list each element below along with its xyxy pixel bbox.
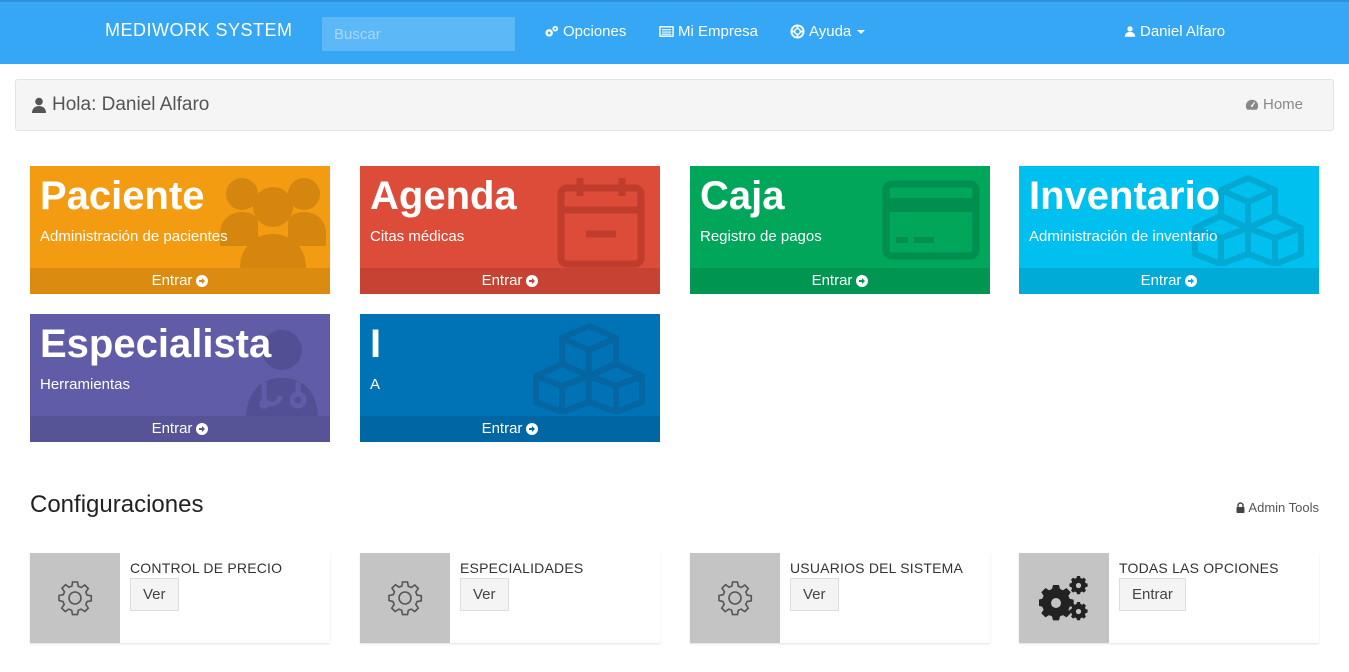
tile-enter-label: Entrar [151,420,193,437]
admin-tools-label: Admin Tools [1248,500,1319,515]
search-input[interactable] [322,17,515,51]
tile-enter-label: Entrar [151,272,193,289]
tile-enter-link[interactable]: Entrar [1019,268,1319,294]
home-label: Home [1262,96,1303,113]
tile-title: Inventario [1029,174,1221,218]
users-icon [220,178,326,268]
nav-user-name: Daniel Alfaro [1140,23,1226,40]
list-alt-icon [659,26,674,37]
user-icon [1124,26,1136,37]
gear-icon [718,581,753,616]
tile-subtitle: Administración de inventario [1029,228,1218,245]
config-item-label: CONTROL DE PRECIO [130,560,283,576]
credit-card-icon [882,180,980,260]
tile-enter-label: Entrar [1140,272,1182,289]
nav-ayuda-dropdown[interactable]: Ayuda [790,23,866,40]
tile-inventario[interactable]: Inventario Administración de inventario … [1019,166,1319,294]
tile-subtitle: A [370,376,381,393]
tile-title: Caja [700,174,785,218]
nav-opciones-label: Opciones [563,23,627,40]
nav-mi-empresa[interactable]: Mi Empresa [659,23,758,40]
tile-i[interactable]: I A Entrar [360,314,660,442]
arrow-circle-right-icon [856,275,869,287]
entrar-button[interactable]: Entrar [1119,578,1186,611]
tile-enter-link[interactable]: Entrar [690,268,990,294]
life-ring-icon [790,24,805,39]
arrow-circle-right-icon [196,423,209,435]
arrow-circle-right-icon [1185,275,1198,287]
tile-title: I [370,322,382,366]
tile-paciente[interactable]: Paciente Administración de pacientes Ent… [30,166,330,294]
admin-tools-link[interactable]: Admin Tools [1236,500,1319,515]
ver-button[interactable]: Ver [460,578,509,611]
arrow-circle-right-icon [526,423,539,435]
tile-especialista[interactable]: Especialista Herramientas Entrar [30,314,330,442]
brand-logo[interactable]: MEDIWORK SYSTEM [105,20,293,41]
greeting-text: Hola: Daniel Alfaro [52,94,210,115]
lock-icon [1236,502,1245,513]
tile-enter-link[interactable]: Entrar [30,268,330,294]
config-item-label: USUARIOS DEL SISTEMA [790,560,964,576]
tile-subtitle: Administración de pacientes [40,228,228,245]
nav-ayuda-label: Ayuda [809,23,852,40]
config-icon-box [30,553,120,643]
user-icon [32,97,46,113]
dashboard-icon [1245,99,1259,110]
ver-button[interactable]: Ver [130,578,179,611]
config-icon-box [1019,553,1109,643]
config-icon-box [690,553,780,643]
config-item-label: ESPECIALIDADES [460,560,584,576]
tile-title: Paciente [40,174,205,218]
tile-enter-link[interactable]: Entrar [360,268,660,294]
tile-subtitle: Herramientas [40,376,131,393]
breadcrumb-home-link[interactable]: Home [1245,96,1303,113]
config-item-todas-opciones: TODAS LAS OPCIONES Entrar [1019,553,1319,643]
tile-caja[interactable]: Caja Registro de pagos Entrar [690,166,990,294]
arrow-circle-right-icon [526,275,539,287]
cogs-icon [545,25,559,37]
tile-enter-label: Entrar [481,272,523,289]
ver-button[interactable]: Ver [790,578,839,611]
tile-enter-link[interactable]: Entrar [360,416,660,442]
tile-subtitle: Registro de pagos [700,228,822,245]
tile-agenda[interactable]: Agenda Citas médicas Entrar [360,166,660,294]
config-icon-box [360,553,450,643]
tile-title: Agenda [370,174,517,218]
top-navbar: MEDIWORK SYSTEM Opciones Mi Empresa Ayud… [0,0,1349,64]
arrow-circle-right-icon [196,275,209,287]
caret-down-icon [857,29,866,34]
tile-enter-link[interactable]: Entrar [30,416,330,442]
nav-opciones[interactable]: Opciones [544,23,626,40]
gear-icon [58,581,93,616]
breadcrumb: Hola: Daniel Alfaro Home [15,79,1334,131]
calendar-icon [557,178,645,268]
tile-enter-label: Entrar [811,272,853,289]
section-title: Configuraciones [30,491,204,518]
nav-user-menu[interactable]: Daniel Alfaro [1124,23,1225,40]
config-item-label: TODAS LAS OPCIONES [1119,560,1279,576]
config-item-control-precio: CONTROL DE PRECIO Ver [30,553,330,643]
config-item-usuarios-sistema: USUARIOS DEL SISTEMA Ver [690,553,990,643]
tile-enter-label: Entrar [481,420,523,437]
tile-title: Especialista [40,322,272,366]
config-item-especialidades: ESPECIALIDADES Ver [360,553,660,643]
gears-icon [1039,576,1088,621]
tile-subtitle: Citas médicas [370,228,465,245]
gear-icon [388,581,423,616]
greeting: Hola: Daniel Alfaro [32,94,209,116]
cubes-icon [533,323,645,414]
nav-mi-empresa-label: Mi Empresa [678,23,759,40]
